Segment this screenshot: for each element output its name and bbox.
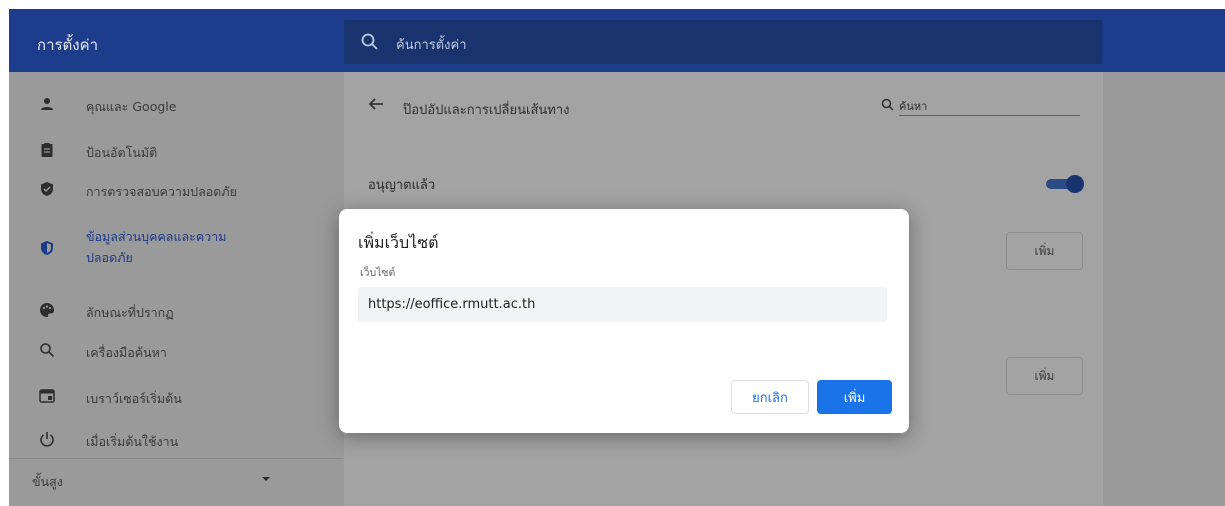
add-blocked-site-button[interactable]: เพิ่ม [1006, 232, 1083, 270]
search-placeholder: ค้นการตั้งค่า [396, 38, 467, 53]
add-allowed-site-button[interactable]: เพิ่ม [1006, 357, 1083, 395]
advanced-label: ขั้นสูง [32, 474, 63, 489]
site-field-label: เว็บไซต์ [360, 267, 396, 279]
sidebar-item-label: เครื่องมือค้นหา [86, 345, 167, 360]
sidebar-item-label: ลักษณะที่ปรากฏ [86, 305, 174, 320]
sidebar-item-label: การตรวจสอบความปลอดภัย [86, 184, 237, 199]
clipboard-icon [41, 143, 53, 157]
caret-down-icon [262, 477, 270, 481]
sidebar-item-safety-check[interactable]: การตรวจสอบความปลอดภัย [9, 171, 343, 209]
site-search-input[interactable]: ค้นหา [899, 97, 927, 115]
sidebar-item-label: เมื่อเริ่มต้นใช้งาน [86, 434, 179, 449]
page-title: ป๊อปอัปและการเปลี่ยนเส้นทาง [403, 103, 570, 118]
settings-search-box[interactable]: ค้นการตั้งค่า [344, 20, 1102, 64]
sidebar-item-label: ป้อนอัตโนมัติ [86, 145, 158, 160]
toggle-knob [1066, 175, 1084, 193]
palette-icon [40, 303, 54, 317]
site-url-input[interactable] [358, 287, 887, 322]
sidebar: คุณและ Google ป้อนอัตโนมัติ การตรวจสอบคว… [9, 72, 343, 506]
sidebar-item-appearance[interactable]: ลักษณะที่ปรากฏ [9, 292, 343, 330]
search-icon [40, 343, 55, 358]
allowed-label: อนุญาตแล้ว [368, 178, 436, 193]
browser-icon [39, 389, 55, 403]
sidebar-item-search-engine[interactable]: เครื่องมือค้นหา [9, 332, 343, 370]
search-icon [881, 98, 894, 111]
sidebar-advanced-toggle[interactable]: ขั้นสูง [9, 458, 343, 496]
search-icon [361, 33, 378, 50]
search-underline [899, 115, 1080, 116]
settings-header: การตั้งค่า ค้นการตั้งค่า [9, 9, 1225, 72]
back-arrow-icon[interactable] [368, 96, 384, 112]
sidebar-item-autofill[interactable]: ป้อนอัตโนมัติ [9, 132, 343, 170]
add-site-dialog: เพิ่มเว็บไซต์ เว็บไซต์ ยกเลิก เพิ่ม [339, 209, 909, 433]
sidebar-item-label: ข้อมูลส่วนบุคคลและความ ปลอดภัย [86, 229, 227, 265]
sidebar-item-you-and-google[interactable]: คุณและ Google [9, 86, 343, 124]
app-title: การตั้งค่า [37, 36, 99, 54]
allowed-toggle[interactable] [1046, 175, 1084, 193]
dialog-title: เพิ่มเว็บไซต์ [358, 233, 439, 252]
person-icon [41, 98, 53, 110]
sidebar-item-default-browser[interactable]: เบราว์เซอร์เริ่มต้น [9, 378, 343, 416]
sidebar-item-privacy-security[interactable]: ข้อมูลส่วนบุคคลและความ ปลอดภัย [9, 224, 343, 274]
cancel-button[interactable]: ยกเลิก [731, 380, 809, 414]
sidebar-item-label: เบราว์เซอร์เริ่มต้น [86, 391, 182, 406]
add-button[interactable]: เพิ่ม [817, 380, 892, 414]
privacy-shield-icon [41, 241, 53, 255]
shield-check-icon [41, 182, 53, 196]
sidebar-item-on-startup[interactable]: เมื่อเริ่มต้นใช้งาน [9, 421, 343, 459]
sidebar-item-label: คุณและ Google [86, 99, 177, 114]
power-icon [40, 432, 54, 447]
